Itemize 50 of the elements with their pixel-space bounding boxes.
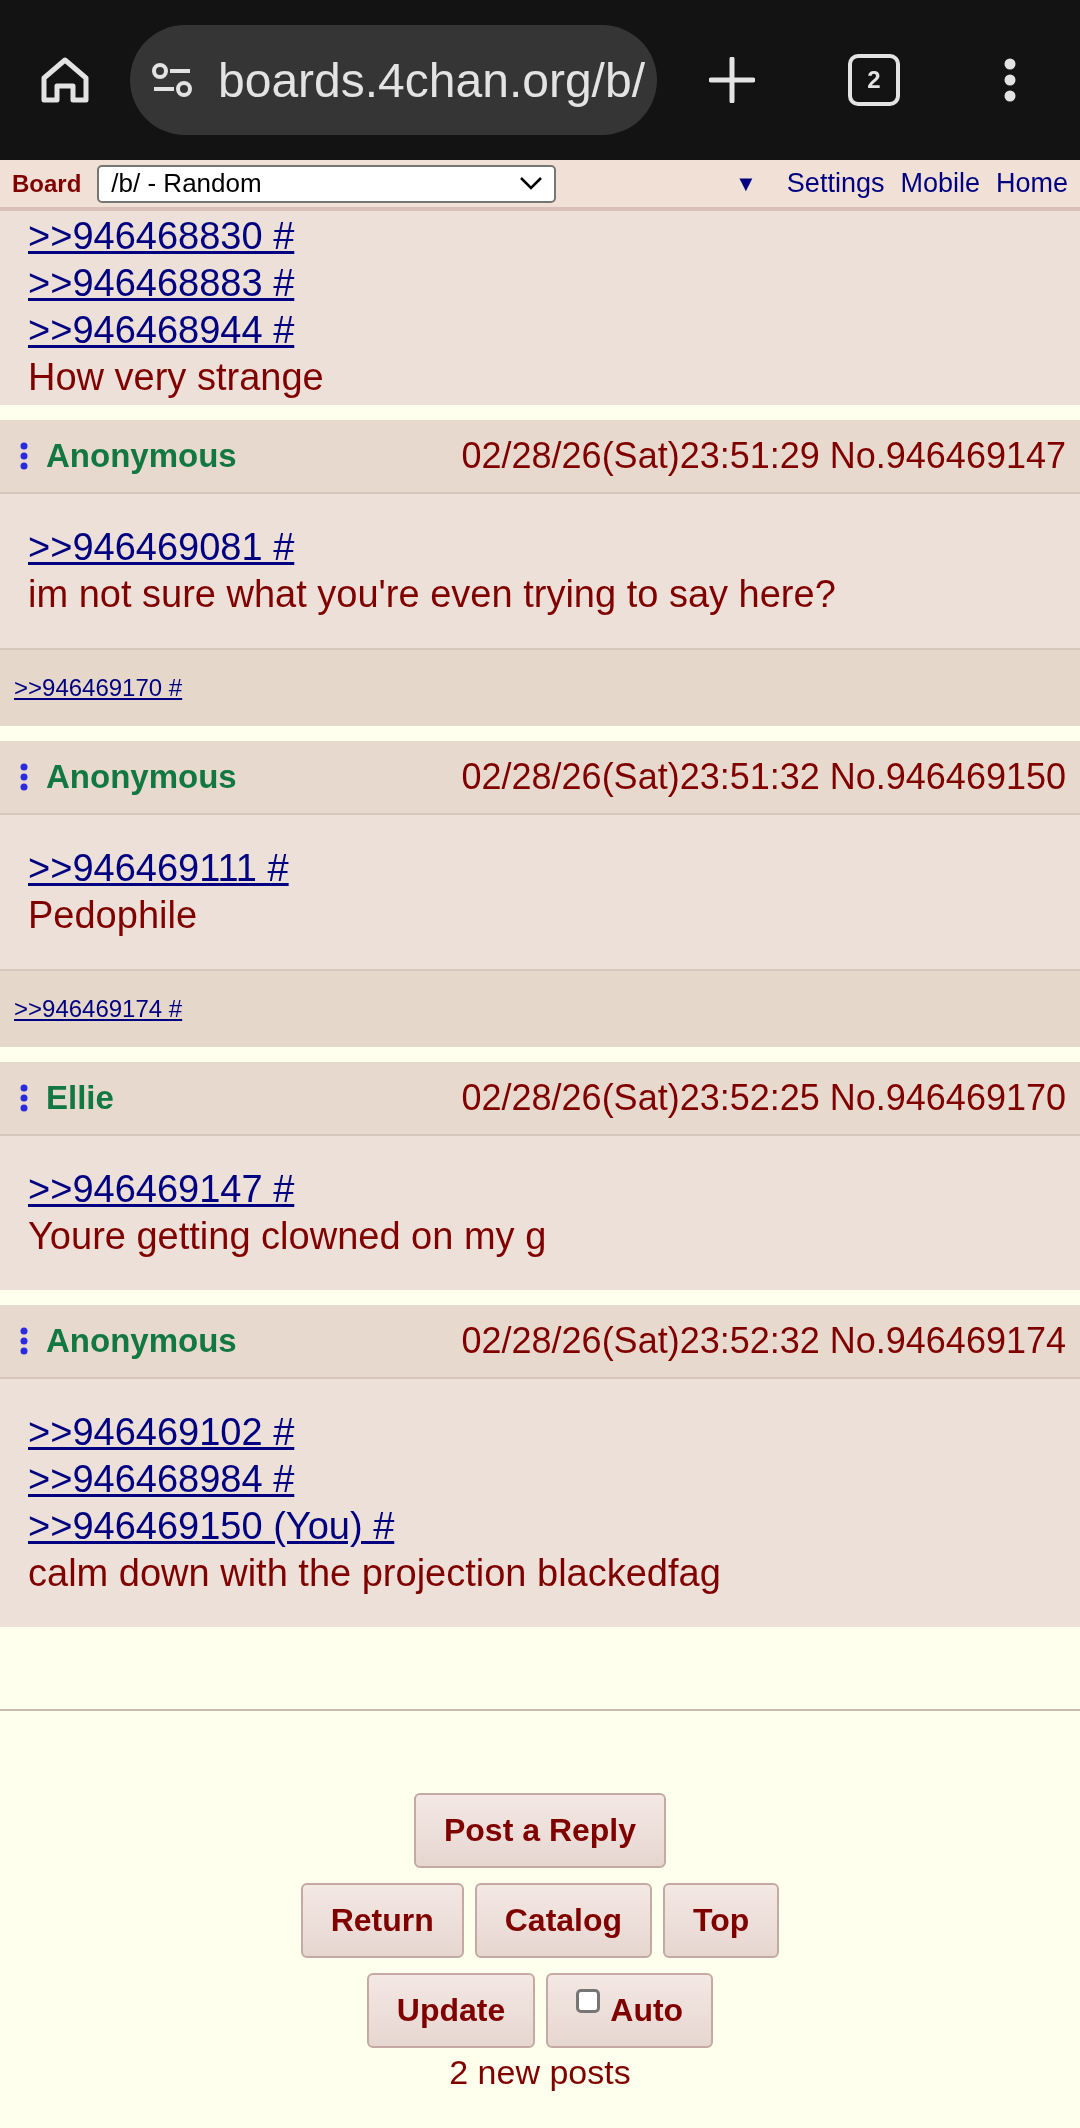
chevron-icon [520, 177, 543, 190]
quote-link[interactable]: >>946468883 # [28, 260, 295, 307]
nav-button[interactable]: Top [663, 1883, 780, 1958]
poster-name: Anonymous [46, 758, 237, 796]
home-icon[interactable] [40, 56, 90, 104]
post-comment: Youre getting clowned on my g [28, 1214, 548, 1259]
quote-link[interactable]: >>946469150 (You) # [28, 1503, 395, 1550]
tab-count-button[interactable]: 2 [848, 54, 900, 106]
post-comment: calm down with the projection blackedfag [28, 1551, 722, 1596]
address-bar[interactable]: boards.4chan.org/b/ [130, 25, 657, 135]
menu-icon[interactable] [1004, 58, 1016, 102]
post-menu-icon[interactable] [20, 1084, 28, 1112]
post-date: 02/28/26(Sat)23:51:29 No.946469147 [461, 435, 1066, 477]
poster-name: Ellie [46, 1079, 114, 1117]
url-text: boards.4chan.org/b/ [218, 52, 645, 108]
post-menu-icon[interactable] [20, 763, 28, 791]
nav-link[interactable]: Mobile [900, 168, 980, 199]
nav-button[interactable]: Return [300, 1883, 464, 1958]
poster-name: Anonymous [46, 1322, 237, 1360]
auto-update-button[interactable]: Auto [546, 1973, 714, 2048]
reply-link[interactable]: >>946469174 # [14, 995, 183, 1023]
post-date: 02/28/26(Sat)23:52:25 No.946469170 [461, 1077, 1066, 1119]
expand-toggle[interactable]: ▼ [735, 170, 757, 197]
post-date: 02/28/26(Sat)23:51:32 No.946469150 [461, 756, 1066, 798]
new-posts-status: 2 new posts [448, 2053, 632, 2092]
quote-link[interactable]: >>946469102 # [28, 1409, 295, 1456]
quote-link[interactable]: >>946469111 # [28, 845, 289, 892]
quote-link[interactable]: >>946469147 # [28, 1166, 295, 1213]
nav-button[interactable]: Update [366, 1973, 536, 2048]
nav-button[interactable]: Catalog [474, 1883, 653, 1958]
checkbox[interactable] [576, 1989, 601, 2013]
board-select[interactable]: /b/ - Random [97, 164, 557, 203]
quote-link[interactable]: >>946469081 # [28, 524, 295, 571]
quote-link[interactable]: >>946468984 # [28, 1456, 295, 1503]
post-comment: im not sure what you're even trying to say here? [28, 572, 837, 617]
post-date: 02/28/26(Sat)23:52:32 No.946469174 [461, 1320, 1066, 1362]
board-label: Board [12, 169, 82, 198]
post-menu-icon[interactable] [20, 442, 28, 470]
poster-name: Anonymous [46, 437, 237, 475]
nav-link[interactable]: Settings [786, 168, 885, 199]
post-comment: Pedophile [28, 893, 199, 938]
nav-button[interactable]: Post a Reply [413, 1793, 667, 1868]
quote-link[interactable]: >>946468830 # [28, 213, 295, 260]
post-comment: How very strange [28, 355, 325, 400]
quote-link[interactable]: >>946468944 # [28, 307, 295, 354]
post-menu-icon[interactable] [20, 1327, 28, 1355]
reply-link[interactable]: >>946469170 # [14, 674, 183, 702]
new-tab-icon[interactable] [709, 57, 755, 103]
nav-link[interactable]: Home [995, 168, 1068, 199]
site-settings-icon[interactable] [152, 63, 192, 97]
